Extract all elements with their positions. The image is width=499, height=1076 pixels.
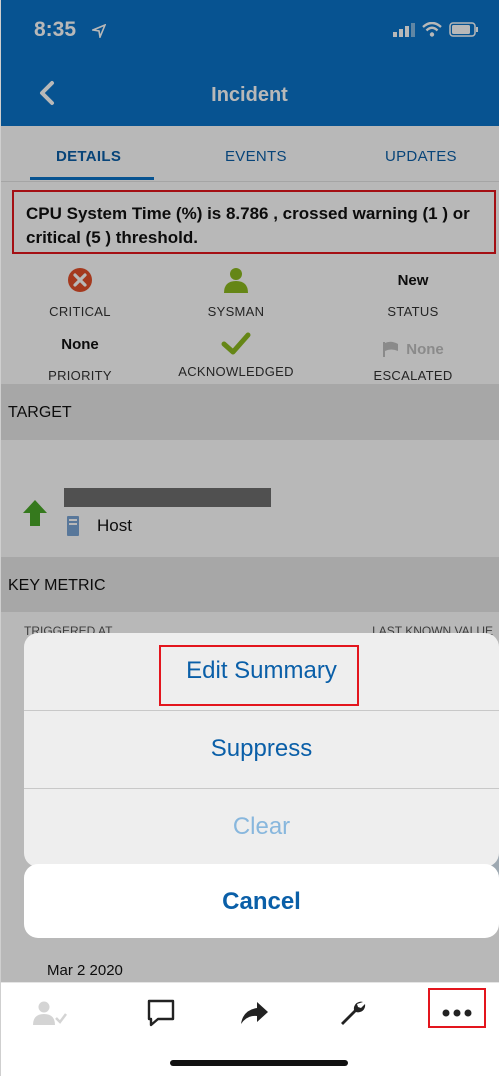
share-arrow-icon — [241, 1002, 268, 1024]
tools-button[interactable] — [330, 991, 374, 1035]
home-indicator — [170, 1060, 348, 1066]
cancel-button[interactable]: Cancel — [24, 864, 499, 938]
suppress-button[interactable]: Suppress — [24, 711, 499, 789]
clear-button[interactable]: Clear — [24, 789, 499, 867]
edit-summary-highlight — [159, 645, 359, 706]
comment-icon — [147, 999, 175, 1027]
user-check-icon — [33, 1001, 67, 1025]
wrench-icon — [341, 1001, 366, 1025]
comment-button[interactable] — [139, 991, 183, 1035]
forward-button[interactable] — [232, 991, 276, 1035]
assign-user-button[interactable] — [28, 991, 72, 1035]
bottom-toolbar — [0, 982, 499, 1040]
more-button-highlight — [428, 988, 486, 1028]
